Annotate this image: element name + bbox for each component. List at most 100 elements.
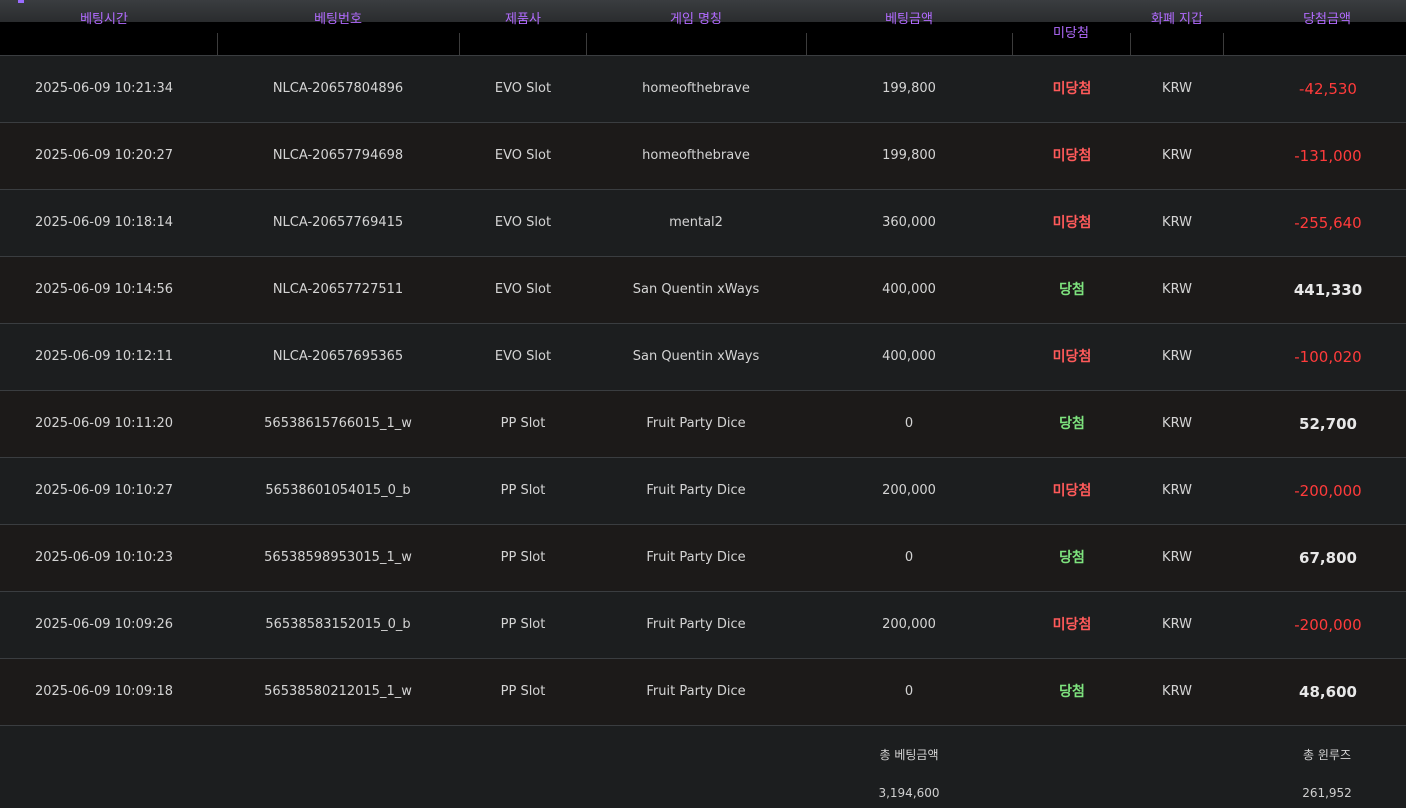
- cell-bet-time: 2025-06-09 10:09:26: [34, 617, 174, 632]
- cell-win-amount: -200,000: [1294, 616, 1362, 634]
- cell-bet-time: 2025-06-09 10:10:27: [34, 483, 174, 498]
- table-row[interactable]: 2025-06-09 10:21:34 NLCA-20657804896 EVO S…: [0, 56, 1406, 123]
- cell-provider: PP Slot: [500, 617, 546, 632]
- cell-bet-time: 2025-06-09 10:11:20: [34, 416, 174, 431]
- cell-result: 당첨: [1059, 684, 1085, 700]
- cell-game-name: Fruit Party Dice: [646, 617, 746, 632]
- cell-win-amount: 441,330: [1293, 281, 1363, 299]
- header-bet-number[interactable]: 베팅번호: [314, 12, 362, 28]
- header-currency[interactable]: 화폐 지갑: [1151, 12, 1203, 28]
- cell-win-amount: -100,020: [1294, 348, 1362, 366]
- cell-win-amount: 52,700: [1299, 415, 1357, 433]
- header-provider[interactable]: 제품사: [505, 12, 541, 28]
- cell-game-name: homeofthebrave: [642, 81, 750, 96]
- header-divider: [1012, 33, 1013, 55]
- cell-result: 미당첨: [1052, 148, 1092, 164]
- total-winloss-value: 261,952: [1302, 786, 1352, 800]
- table-row[interactable]: 2025-06-09 10:09:26 56538583152015_0_b PP …: [0, 592, 1406, 659]
- table-row[interactable]: 2025-06-09 10:11:20 56538615766015_1_w PP …: [0, 391, 1406, 458]
- header-divider: [459, 33, 460, 55]
- table-footer: 총 베팅금액 3,194,600 총 윈루즈 261,952: [0, 726, 1406, 808]
- cell-currency: KRW: [1162, 483, 1192, 498]
- accent-mark: [18, 0, 24, 3]
- cell-currency: KRW: [1162, 416, 1192, 431]
- cell-bet-amount: 360,000: [882, 215, 936, 230]
- cell-currency: KRW: [1162, 148, 1192, 163]
- cell-currency: KRW: [1162, 617, 1192, 632]
- cell-bet-amount: 400,000: [882, 349, 936, 364]
- cell-provider: PP Slot: [500, 416, 546, 431]
- table-body: 2025-06-09 10:21:34 NLCA-20657804896 EVO S…: [0, 56, 1406, 726]
- table-row[interactable]: 2025-06-09 10:09:18 56538580212015_1_w PP …: [0, 659, 1406, 726]
- table-row[interactable]: 2025-06-09 10:14:56 NLCA-20657727511 EVO S…: [0, 257, 1406, 324]
- cell-result: 당첨: [1059, 416, 1085, 432]
- cell-bet-number: NLCA-20657727511: [272, 282, 404, 297]
- cell-bet-time: 2025-06-09 10:20:27: [34, 148, 174, 163]
- cell-bet-amount: 0: [904, 416, 914, 431]
- cell-bet-amount: 200,000: [882, 617, 936, 632]
- total-bet-label: 총 베팅금액: [879, 748, 939, 762]
- cell-win-amount: -131,000: [1294, 147, 1362, 165]
- cell-bet-time: 2025-06-09 10:14:56: [34, 282, 174, 297]
- header-result[interactable]: 미당첨: [1053, 26, 1089, 42]
- cell-result: 당첨: [1059, 550, 1085, 566]
- header-bet-time[interactable]: 베팅시간: [80, 12, 128, 28]
- cell-bet-number: 56538580212015_1_w: [264, 684, 412, 699]
- table-row[interactable]: 2025-06-09 10:12:11 NLCA-20657695365 EVO S…: [0, 324, 1406, 391]
- cell-result: 미당첨: [1052, 483, 1092, 499]
- cell-win-amount: 67,800: [1299, 549, 1357, 567]
- cell-currency: KRW: [1162, 349, 1192, 364]
- cell-bet-time: 2025-06-09 10:09:18: [34, 684, 174, 699]
- cell-game-name: homeofthebrave: [642, 148, 750, 163]
- cell-bet-number: NLCA-20657695365: [272, 349, 404, 364]
- betting-history-page: 베팅시간 베팅번호 제품사 게임 명칭 베팅금액 미당첨 화폐 지갑 당첨금액 …: [0, 0, 1406, 808]
- table-header: 베팅시간 베팅번호 제품사 게임 명칭 베팅금액 미당첨 화폐 지갑 당첨금액: [0, 0, 1406, 56]
- cell-win-amount: -255,640: [1294, 214, 1362, 232]
- cell-result: 미당첨: [1052, 215, 1092, 231]
- cell-game-name: Fruit Party Dice: [646, 684, 746, 699]
- cell-bet-number: 56538598953015_1_w: [264, 550, 412, 565]
- cell-provider: EVO Slot: [494, 148, 552, 163]
- cell-bet-number: NLCA-20657794698: [272, 148, 404, 163]
- cell-provider: EVO Slot: [494, 282, 552, 297]
- cell-currency: KRW: [1162, 282, 1192, 297]
- cell-currency: KRW: [1162, 684, 1192, 699]
- table-row[interactable]: 2025-06-09 10:10:27 56538601054015_0_b PP …: [0, 458, 1406, 525]
- table-row[interactable]: 2025-06-09 10:18:14 NLCA-20657769415 EVO S…: [0, 190, 1406, 257]
- cell-game-name: Fruit Party Dice: [646, 550, 746, 565]
- header-bet-amount[interactable]: 베팅금액: [885, 12, 933, 28]
- cell-game-name: Fruit Party Dice: [646, 483, 746, 498]
- cell-result: 미당첨: [1052, 617, 1092, 633]
- cell-bet-amount: 199,800: [882, 148, 936, 163]
- cell-result: 당첨: [1059, 282, 1085, 298]
- cell-win-amount: -200,000: [1294, 482, 1362, 500]
- total-bet-value: 3,194,600: [878, 786, 940, 800]
- cell-bet-number: NLCA-20657769415: [272, 215, 404, 230]
- cell-provider: PP Slot: [500, 684, 546, 699]
- header-divider: [217, 33, 218, 55]
- cell-currency: KRW: [1162, 81, 1192, 96]
- table-row[interactable]: 2025-06-09 10:10:23 56538598953015_1_w PP …: [0, 525, 1406, 592]
- cell-bet-amount: 200,000: [882, 483, 936, 498]
- cell-game-name: Fruit Party Dice: [646, 416, 746, 431]
- header-game-name[interactable]: 게임 명칭: [670, 12, 722, 28]
- cell-bet-number: 56538583152015_0_b: [265, 617, 411, 632]
- cell-bet-number: 56538601054015_0_b: [265, 483, 411, 498]
- cell-bet-amount: 199,800: [882, 81, 936, 96]
- cell-bet-amount: 0: [904, 550, 914, 565]
- cell-win-amount: 48,600: [1299, 683, 1357, 701]
- cell-bet-amount: 0: [904, 684, 914, 699]
- cell-provider: EVO Slot: [494, 215, 552, 230]
- cell-game-name: mental2: [669, 215, 723, 230]
- header-win-amount[interactable]: 당첨금액: [1303, 12, 1351, 28]
- header-divider: [1223, 33, 1224, 55]
- cell-bet-time: 2025-06-09 10:21:34: [34, 81, 174, 96]
- cell-provider: PP Slot: [500, 550, 546, 565]
- cell-win-amount: -42,530: [1299, 80, 1357, 98]
- cell-game-name: San Quentin xWays: [632, 282, 760, 297]
- table-row[interactable]: 2025-06-09 10:20:27 NLCA-20657794698 EVO S…: [0, 123, 1406, 190]
- cell-provider: PP Slot: [500, 483, 546, 498]
- header-divider: [806, 33, 807, 55]
- cell-provider: EVO Slot: [494, 81, 552, 96]
- cell-bet-time: 2025-06-09 10:18:14: [34, 215, 174, 230]
